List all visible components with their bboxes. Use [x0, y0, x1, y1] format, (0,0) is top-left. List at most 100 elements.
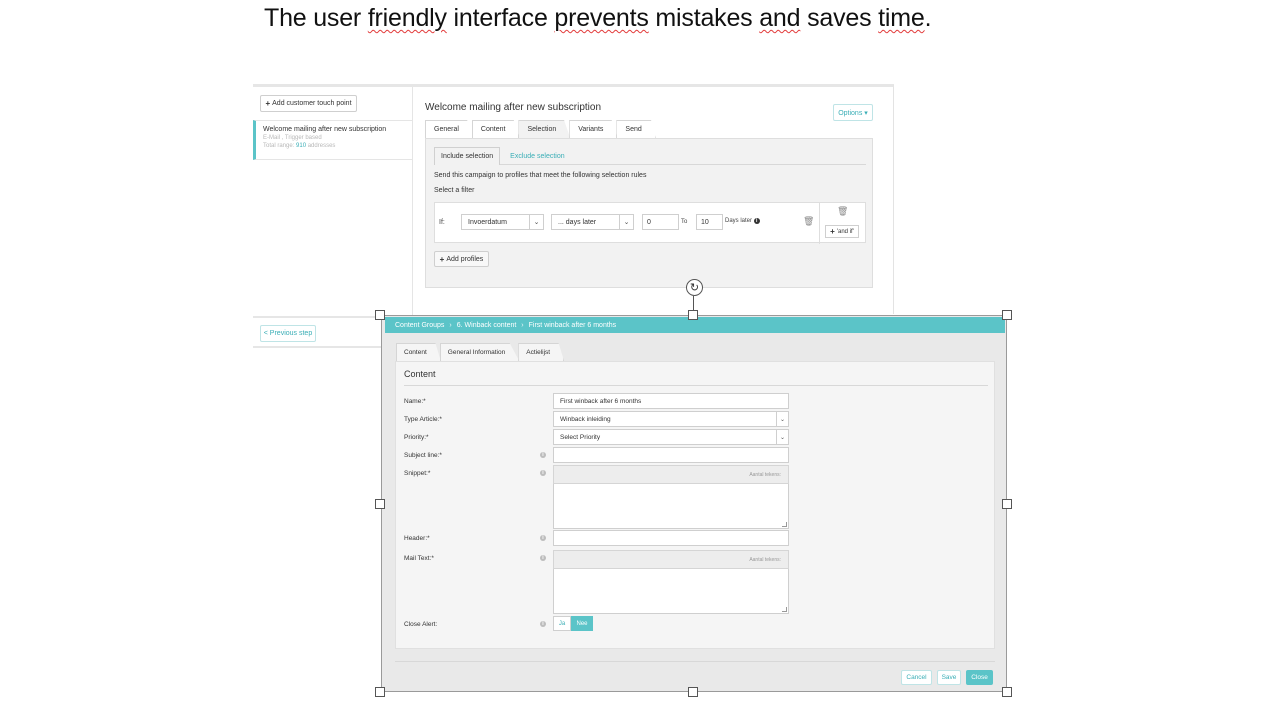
slide-title: The user friendly interface prevents mis…	[264, 4, 932, 33]
header-input[interactable]	[553, 530, 789, 546]
trash-icon[interactable]: 🗑	[837, 206, 848, 217]
plus-icon: +	[439, 254, 445, 264]
content-editor-screenshot: Content Groups › 6. Winback content › Fi…	[381, 315, 1007, 692]
add-profiles-label: Add profiles	[446, 255, 484, 263]
resize-handle[interactable]	[375, 687, 385, 697]
selection-panel: Include selection Exclude selection Send…	[425, 138, 873, 288]
header-label: Header:*	[404, 535, 430, 542]
priority-label: Priority:*	[404, 434, 429, 441]
tab-actielijst[interactable]: Actielijst	[518, 343, 565, 361]
title-word: prevents	[554, 4, 649, 32]
close-button[interactable]: Close	[966, 670, 993, 685]
title-word: time	[878, 4, 925, 32]
mail-text-label: Mail Text:*	[404, 555, 434, 562]
resize-handle[interactable]	[375, 310, 385, 320]
breadcrumb-item[interactable]: 6. Winback content	[457, 322, 517, 329]
chevron-down-icon: ⌄	[776, 430, 788, 444]
priority-select[interactable]: Select Priority ⌄	[553, 429, 789, 445]
add-touch-point-label: Add customer touch point	[272, 100, 352, 107]
subject-line-label: Subject line:*	[404, 452, 442, 459]
tab-general[interactable]: General	[425, 120, 473, 138]
title-word: .	[924, 4, 932, 32]
range-suffix: addresses	[307, 143, 336, 149]
plus-icon: +	[830, 227, 835, 236]
chevron-right-icon: ›	[521, 321, 524, 329]
previous-step-button[interactable]: < Previous step	[260, 325, 316, 342]
resize-handle-icon[interactable]	[782, 607, 787, 612]
tab-send[interactable]: Send	[616, 120, 656, 138]
chevron-down-icon: ⌄	[529, 215, 543, 229]
title-word: and	[759, 4, 801, 32]
info-icon: i	[753, 218, 760, 224]
divider	[404, 385, 988, 386]
filter-operator-select[interactable]: ... days later ⌄	[551, 214, 634, 230]
toggle-ja[interactable]: Ja	[553, 616, 571, 631]
options-button[interactable]: Options ▾	[833, 104, 873, 121]
footer-divider	[395, 661, 995, 662]
selection-rule-text: Send this campaign to profiles that meet…	[434, 172, 647, 179]
touch-point-card[interactable]: Welcome mailing after new subscription E…	[253, 120, 413, 160]
tab-selection[interactable]: Selection	[518, 120, 571, 138]
tab-exclude-selection[interactable]: Exclude selection	[504, 147, 570, 165]
name-input[interactable]: First winback after 6 months	[553, 393, 789, 409]
mail-text-textarea[interactable]	[553, 569, 789, 614]
snippet-textarea[interactable]	[553, 484, 789, 529]
tab-general-information[interactable]: General Information	[439, 343, 520, 361]
and-if-button[interactable]: + 'and if'	[825, 225, 859, 238]
rotate-handle-icon[interactable]: ↻	[686, 279, 703, 296]
add-profiles-button[interactable]: + Add profiles	[434, 251, 489, 267]
tab-content[interactable]: Content	[396, 343, 441, 361]
add-touch-point-button[interactable]: + Add customer touch point	[260, 95, 357, 112]
rotate-handle-line	[693, 296, 694, 310]
mail-text-counter: Aantal tekens:	[553, 550, 789, 569]
resize-handle-icon[interactable]	[782, 522, 787, 527]
filter-row: If: Invoerdatum ⌄ ... days later ⌄ 0 To …	[434, 202, 866, 244]
info-icon: i	[540, 555, 546, 561]
toggle-nee[interactable]: Nee	[571, 616, 593, 631]
resize-handle[interactable]	[1002, 310, 1012, 320]
plus-icon: +	[265, 99, 271, 108]
chevron-right-icon: ›	[449, 321, 452, 329]
tab-content[interactable]: Content	[471, 120, 520, 138]
save-button[interactable]: Save	[937, 670, 961, 685]
info-icon: i	[540, 452, 546, 458]
trash-icon[interactable]: 🗑	[803, 216, 814, 227]
cancel-button[interactable]: Cancel	[901, 670, 932, 685]
selection-subtabs: Include selection Exclude selection	[434, 147, 866, 165]
close-alert-toggle: Ja Nee	[553, 616, 593, 631]
touch-point-range: Total range: 910 addresses	[263, 143, 413, 149]
campaign-title: Welcome mailing after new subscription	[425, 102, 602, 113]
resize-handle[interactable]	[375, 499, 385, 509]
touch-point-sidebar: + Add customer touch point Welcome maili…	[253, 87, 413, 317]
editor-tabs: Content General Information Actielijst	[396, 343, 565, 361]
resize-handle[interactable]	[1002, 687, 1012, 697]
name-label: Name:*	[404, 398, 426, 405]
subject-line-input[interactable]	[553, 447, 789, 463]
section-title: Content	[404, 369, 436, 379]
filter-from-input[interactable]: 0	[642, 214, 679, 230]
tab-variants[interactable]: Variants	[569, 120, 618, 138]
type-article-select[interactable]: Winback inleiding ⌄	[553, 411, 789, 427]
filter-field-select[interactable]: Invoerdatum ⌄	[461, 214, 544, 230]
resize-handle[interactable]	[688, 687, 698, 697]
filter-to-input[interactable]: 10	[696, 214, 723, 230]
tab-include-selection[interactable]: Include selection	[434, 147, 501, 165]
range-prefix: Total range:	[263, 143, 295, 149]
filter-operator-value: ... days later	[558, 218, 597, 226]
title-word: mistakes	[648, 4, 760, 32]
snippet-counter: Aantal tekens:	[553, 465, 789, 484]
touch-point-title: Welcome mailing after new subscription	[263, 126, 387, 133]
title-word: The user	[264, 4, 368, 32]
select-filter-label: Select a filter	[434, 187, 475, 194]
filter-divider	[819, 203, 820, 244]
and-if-label: 'and if'	[836, 228, 854, 235]
breadcrumb-item[interactable]: Content Groups	[395, 322, 444, 329]
resize-handle[interactable]	[688, 310, 698, 320]
priority-value: Select Priority	[560, 433, 601, 441]
resize-handle[interactable]	[1002, 499, 1012, 509]
if-label: If:	[439, 219, 445, 226]
info-icon: i	[540, 535, 546, 541]
type-article-value: Winback inleiding	[560, 415, 611, 423]
breadcrumb-item: First winback after 6 months	[528, 321, 617, 329]
info-icon: i	[540, 621, 546, 627]
